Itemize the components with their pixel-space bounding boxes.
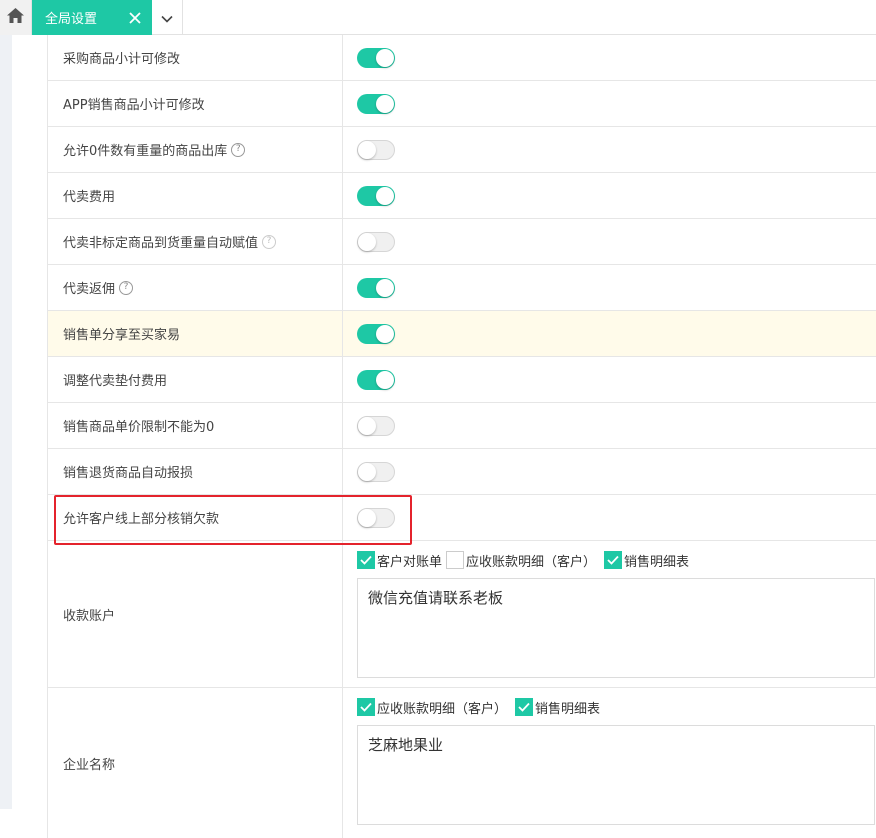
setting-value	[343, 173, 876, 218]
left-gutter	[0, 35, 12, 809]
toggle-knob	[376, 278, 394, 297]
setting-value	[343, 35, 876, 80]
toggle-switch[interactable]	[357, 461, 395, 482]
setting-label: 允许客户线上部分核销欠款	[47, 495, 343, 540]
option-label: 销售明细表	[535, 701, 601, 717]
setting-label: 销售商品单价限制不能为0	[47, 403, 343, 448]
company-name-row: 企业名称 应收账款明细（客户） 销售明细表 芝麻地果业	[47, 688, 876, 838]
receipt-account-row: 收款账户 客户对账单 应收账款明细（客户） 销售明细表 微信充值请联系老板	[47, 541, 876, 688]
setting-value	[343, 81, 876, 126]
option-label: 销售明细表	[624, 554, 690, 570]
setting-label-text: 代卖费用	[63, 190, 116, 205]
setting-row: 代卖返佣?	[47, 265, 876, 311]
setting-label-text: 销售单分享至买家易	[63, 328, 181, 343]
setting-label-text: 销售商品单价限制不能为0	[63, 420, 215, 435]
option-label: 应收账款明细（客户）	[377, 701, 508, 717]
option-label: 客户对账单	[377, 554, 443, 570]
setting-label: 调整代卖垫付费用	[47, 357, 343, 402]
setting-value	[343, 357, 876, 402]
setting-row: 采购商品小计可修改	[47, 35, 876, 81]
toggle-knob	[376, 186, 394, 205]
toggle-switch[interactable]	[357, 277, 395, 298]
checkbox-sales-detail[interactable]	[604, 551, 623, 569]
setting-row: 调整代卖垫付费用	[47, 357, 876, 403]
setting-row: 销售单分享至买家易	[47, 311, 876, 357]
help-icon[interactable]: ?	[262, 234, 277, 249]
setting-label: 销售退货商品自动报损	[47, 449, 343, 494]
toggle-switch[interactable]	[357, 47, 395, 68]
toggle-knob	[358, 416, 376, 435]
toggle-switch[interactable]	[357, 139, 395, 160]
setting-label: 代卖非标定商品到货重量自动赋值?	[47, 219, 343, 264]
checkbox-receivable-detail[interactable]	[357, 698, 375, 716]
toggle-knob	[376, 48, 394, 67]
setting-label-text: 代卖非标定商品到货重量自动赋值	[63, 236, 259, 251]
home-icon	[7, 8, 24, 27]
toggle-switch[interactable]	[357, 93, 395, 114]
toggle-switch[interactable]	[357, 369, 395, 390]
setting-row: 允许0件数有重量的商品出库?	[47, 127, 876, 173]
setting-label-text: 允许0件数有重量的商品出库	[63, 144, 228, 159]
setting-label: 销售单分享至买家易	[47, 311, 343, 356]
toggle-switch[interactable]	[357, 415, 395, 436]
toggle-knob	[376, 370, 394, 389]
setting-row: 销售退货商品自动报损	[47, 449, 876, 495]
toggle-knob	[358, 140, 376, 159]
toggle-knob	[376, 324, 394, 343]
help-icon[interactable]: ?	[119, 280, 134, 295]
tab-bar: 全局设置	[0, 0, 876, 35]
settings-table: 采购商品小计可修改 APP销售商品小计可修改允许0件数有重量的商品出库? 代卖费用代…	[47, 35, 876, 838]
tab-label: 全局设置	[45, 12, 98, 27]
tab-global-settings[interactable]: 全局设置	[32, 0, 152, 35]
company-name-options: 应收账款明细（客户） 销售明细表	[357, 697, 600, 717]
setting-label: 代卖返佣?	[47, 265, 343, 310]
setting-label-text: 调整代卖垫付费用	[63, 374, 168, 389]
home-button[interactable]	[0, 0, 32, 35]
toggle-knob	[358, 232, 376, 251]
setting-value	[343, 311, 876, 356]
setting-row: 代卖费用	[47, 173, 876, 219]
close-icon[interactable]	[122, 0, 148, 35]
checkbox-sales-detail[interactable]	[515, 698, 534, 716]
checkbox-receivable-detail[interactable]	[446, 551, 465, 569]
setting-row: 代卖非标定商品到货重量自动赋值?	[47, 219, 876, 265]
setting-label: 代卖费用	[47, 173, 343, 218]
setting-value	[343, 495, 876, 540]
setting-label-text: 允许客户线上部分核销欠款	[63, 512, 220, 527]
setting-label: 允许0件数有重量的商品出库?	[47, 127, 343, 172]
setting-value	[343, 219, 876, 264]
company-name-value: 应收账款明细（客户） 销售明细表 芝麻地果业	[343, 688, 876, 838]
setting-label-text: 代卖返佣	[63, 282, 116, 297]
setting-label-text: 销售退货商品自动报损	[63, 466, 194, 481]
setting-value	[343, 265, 876, 310]
setting-row: 销售商品单价限制不能为0	[47, 403, 876, 449]
company-name-label: 企业名称	[47, 688, 343, 838]
toggle-knob	[376, 94, 394, 113]
option-label: 应收账款明细（客户）	[466, 554, 597, 570]
receipt-account-textarea[interactable]: 微信充值请联系老板	[357, 578, 875, 678]
setting-label-text: 采购商品小计可修改	[63, 52, 181, 67]
toggle-switch[interactable]	[357, 323, 395, 344]
setting-value	[343, 403, 876, 448]
toggle-knob	[358, 462, 376, 481]
setting-label: 采购商品小计可修改	[47, 35, 343, 80]
toggle-switch[interactable]	[357, 231, 395, 252]
setting-row: 允许客户线上部分核销欠款	[47, 495, 876, 541]
toggle-switch[interactable]	[357, 185, 395, 206]
setting-label-text: APP销售商品小计可修改	[63, 98, 205, 113]
tab-dropdown-button[interactable]	[152, 0, 183, 35]
toggle-knob	[358, 508, 376, 527]
toggle-switch[interactable]	[357, 507, 395, 528]
setting-value	[343, 449, 876, 494]
setting-value	[343, 127, 876, 172]
setting-label: APP销售商品小计可修改	[47, 81, 343, 126]
company-name-textarea[interactable]: 芝麻地果业	[357, 725, 875, 825]
help-icon[interactable]: ?	[231, 142, 246, 157]
receipt-account-options: 客户对账单 应收账款明细（客户） 销售明细表	[357, 550, 689, 570]
receipt-account-value: 客户对账单 应收账款明细（客户） 销售明细表 微信充值请联系老板	[343, 541, 876, 687]
chevron-down-icon	[161, 8, 173, 27]
receipt-account-label: 收款账户	[47, 541, 343, 687]
setting-row: APP销售商品小计可修改	[47, 81, 876, 127]
checkbox-customer-statement[interactable]	[357, 551, 375, 569]
